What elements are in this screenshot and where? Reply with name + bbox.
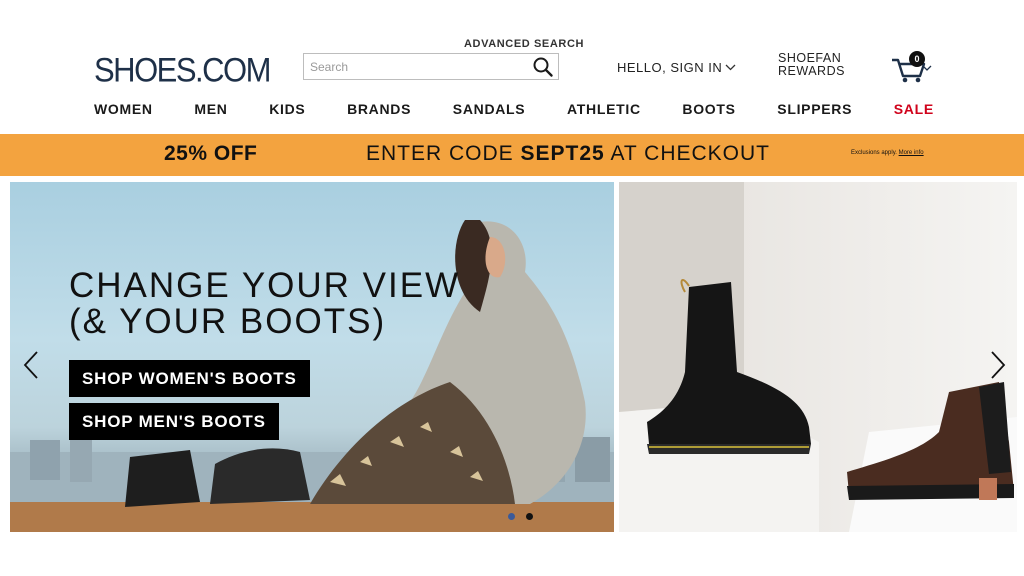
- search-input[interactable]: [310, 58, 530, 76]
- main-nav: WOMEN MEN KIDS BRANDS SANDALS ATHLETIC B…: [94, 101, 934, 117]
- promo-code: SEPT25: [520, 142, 605, 165]
- promo-discount: 25% OFF: [164, 142, 258, 165]
- hero-slide-boots: [619, 182, 1017, 532]
- promo-fine-print: Exclusions apply. More info: [851, 150, 924, 156]
- cart-button[interactable]: 0: [890, 50, 936, 84]
- shop-womens-boots-button[interactable]: SHOP WOMEN'S BOOTS: [69, 360, 310, 397]
- nav-sale[interactable]: SALE: [894, 101, 934, 117]
- nav-men[interactable]: MEN: [194, 101, 227, 117]
- search-icon[interactable]: [532, 56, 554, 78]
- nav-kids[interactable]: KIDS: [269, 101, 305, 117]
- nav-women[interactable]: WOMEN: [94, 101, 153, 117]
- promo-banner[interactable]: 25% OFF ENTER CODE SEPT25 AT CHECKOUT Ex…: [0, 134, 1024, 176]
- hero-headline-line2: (& YOUR BOOTS): [69, 302, 387, 341]
- chevron-down-icon: [725, 64, 736, 71]
- search-box: [303, 53, 559, 80]
- hero-slide-women: CHANGE YOUR VIEW (& YOUR BOOTS) SHOP WOM…: [10, 182, 614, 532]
- rewards-label-line2: REWARDS: [778, 64, 845, 78]
- sign-in-label: HELLO, SIGN IN: [617, 60, 723, 75]
- hero-headline-line1: CHANGE YOUR VIEW: [69, 266, 461, 305]
- advanced-search-link[interactable]: ADVANCED SEARCH: [464, 38, 584, 50]
- shop-mens-boots-button[interactable]: SHOP MEN'S BOOTS: [69, 403, 279, 440]
- nav-athletic[interactable]: ATHLETIC: [567, 101, 641, 117]
- site-header: SHOES.COM ADVANCED SEARCH HELLO, SIGN IN…: [0, 0, 1024, 134]
- site-logo[interactable]: SHOES.COM: [94, 50, 271, 90]
- nav-sandals[interactable]: SANDALS: [453, 101, 526, 117]
- cart-count-badge: 0: [909, 51, 925, 67]
- promo-code-prefix: ENTER CODE: [366, 142, 514, 165]
- nav-brands[interactable]: BRANDS: [347, 101, 411, 117]
- hero-boots-image: [619, 182, 1017, 532]
- hero-background-image: [10, 220, 614, 532]
- promo-more-info-link[interactable]: More info: [899, 150, 924, 156]
- sign-in-menu[interactable]: HELLO, SIGN IN: [617, 60, 736, 75]
- arrow-left-icon[interactable]: [22, 350, 42, 380]
- promo-code-text: ENTER CODE SEPT25 AT CHECKOUT: [366, 142, 770, 166]
- hero-headline: CHANGE YOUR VIEW (& YOUR BOOTS): [69, 268, 460, 340]
- promo-exclusions: Exclusions apply.: [851, 150, 897, 156]
- nav-slippers[interactable]: SLIPPERS: [777, 101, 852, 117]
- shoefan-rewards-link[interactable]: SHOEFAN REWARDS: [778, 52, 848, 78]
- arrow-right-icon[interactable]: [987, 350, 1007, 380]
- carousel-dot-2[interactable]: [526, 513, 533, 520]
- nav-boots[interactable]: BOOTS: [682, 101, 735, 117]
- carousel-dot-1[interactable]: [508, 513, 515, 520]
- promo-code-suffix: AT CHECKOUT: [610, 142, 771, 165]
